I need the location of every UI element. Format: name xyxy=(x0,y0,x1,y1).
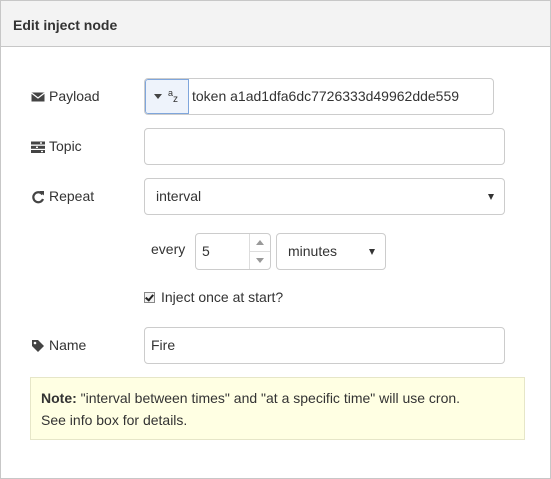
payload-value[interactable]: token a1ad1dfa6dc7726333d49962dde559 xyxy=(189,79,493,114)
chevron-down-icon xyxy=(154,94,162,99)
name-label: Name xyxy=(49,337,87,353)
repeat-label-row: Repeat xyxy=(31,186,94,206)
note-text-2: See info box for details. xyxy=(41,412,188,428)
spin-up-button[interactable] xyxy=(250,234,270,252)
inject-once-row: Inject once at start? xyxy=(144,289,283,305)
payload-input[interactable]: az token a1ad1dfa6dc7726333d49962dde559 xyxy=(144,78,494,115)
dialog-title: Edit inject node xyxy=(13,17,118,33)
interval-units-selected: minutes xyxy=(288,243,338,259)
note-text: "interval between times" and "at a speci… xyxy=(76,390,461,406)
inject-once-label[interactable]: Inject once at start? xyxy=(161,289,283,305)
envelope-icon xyxy=(31,89,45,103)
payload-label-row: Payload xyxy=(31,86,100,106)
note-bold-label: Note: xyxy=(41,390,77,406)
repeat-icon xyxy=(31,189,45,204)
every-label: every xyxy=(151,241,186,257)
spinner-buttons xyxy=(249,234,270,269)
select-caret-icon xyxy=(369,249,375,255)
topic-label-row: Topic xyxy=(31,136,82,156)
payload-label: Payload xyxy=(49,88,100,104)
dialog-titlebar: Edit inject node xyxy=(1,1,550,47)
name-value[interactable]: Fire xyxy=(151,337,175,353)
note-box: Note: "interval between times" and "at a… xyxy=(30,377,525,440)
interval-spinner[interactable]: 5 xyxy=(195,233,271,270)
caret-down-icon xyxy=(256,258,264,263)
select-caret-icon xyxy=(488,194,494,200)
repeat-selected: interval xyxy=(156,188,202,204)
string-type-icon: az xyxy=(168,87,178,105)
tasks-icon xyxy=(31,139,45,153)
interval-units-select[interactable]: minutes xyxy=(276,233,386,270)
topic-input[interactable] xyxy=(144,128,505,165)
inject-once-checkbox[interactable] xyxy=(144,291,155,303)
spin-down-button[interactable] xyxy=(250,252,270,269)
payload-type-button[interactable]: az xyxy=(145,79,189,114)
repeat-label: Repeat xyxy=(49,188,95,204)
name-input[interactable]: Fire xyxy=(144,327,505,364)
tag-icon xyxy=(31,338,45,352)
edit-inject-dialog: Edit inject node Payload az token a1ad1d… xyxy=(0,0,551,479)
topic-label: Topic xyxy=(49,138,82,154)
caret-up-icon xyxy=(256,240,264,245)
interval-value[interactable]: 5 xyxy=(196,234,249,269)
repeat-select[interactable]: interval xyxy=(144,178,505,215)
name-label-row: Name xyxy=(31,335,86,355)
